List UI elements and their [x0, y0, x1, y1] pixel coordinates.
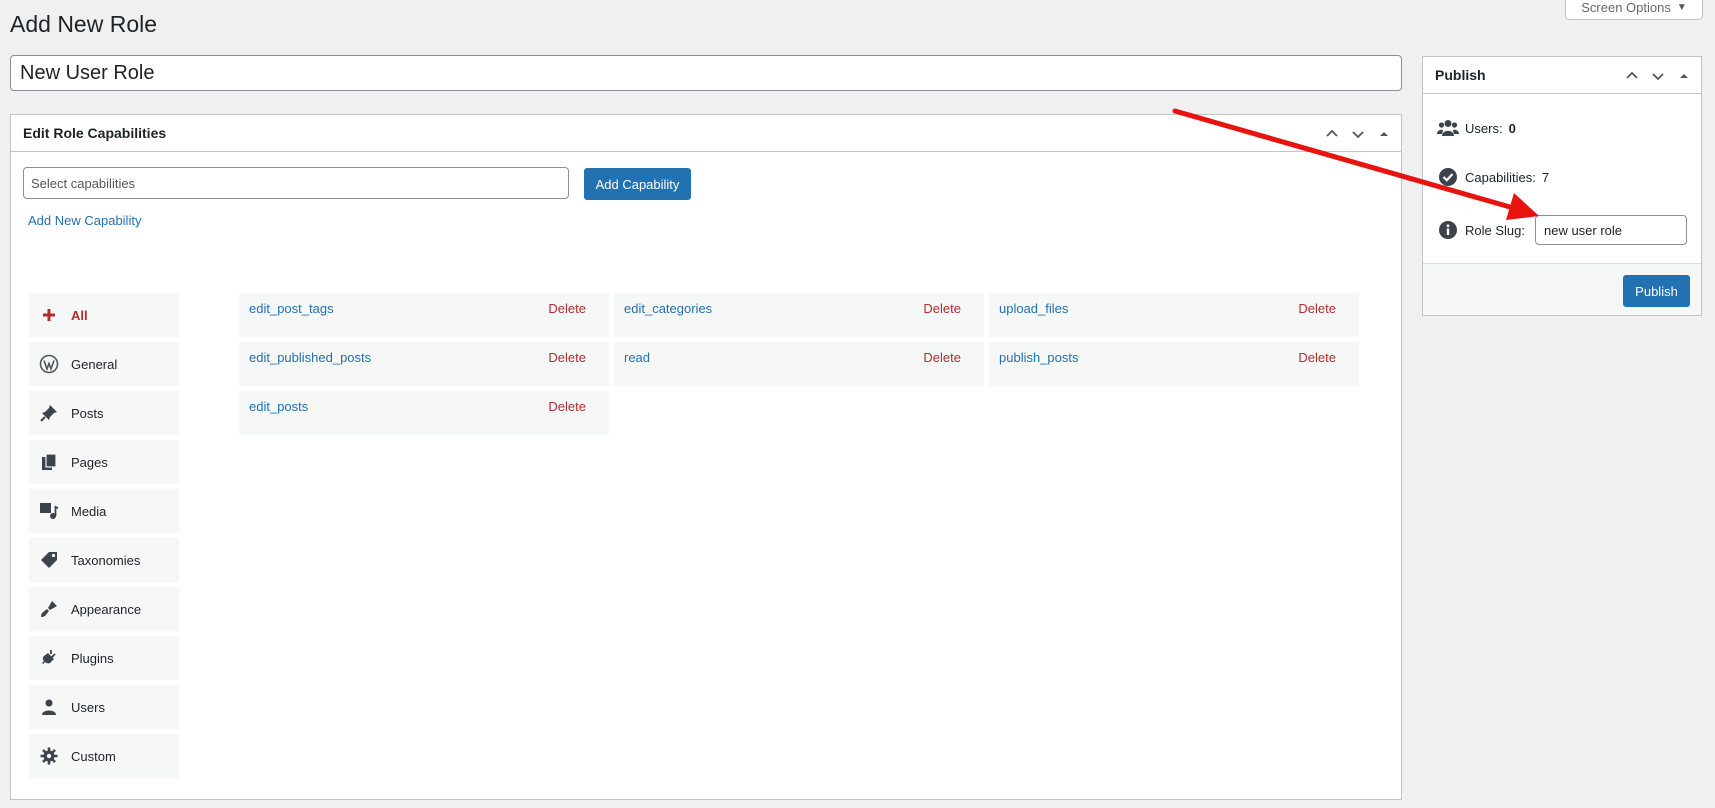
pages-icon [39, 452, 59, 472]
pushpin-icon [39, 403, 59, 423]
toggle-panel-icon[interactable] [1373, 123, 1395, 145]
move-down-icon[interactable] [1647, 65, 1669, 87]
category-tab-label: All [71, 307, 88, 323]
category-tab-pages[interactable]: Pages [29, 440, 179, 484]
category-tab-users[interactable]: Users [29, 685, 179, 729]
capability-item: edit_post_tags Delete [239, 293, 609, 337]
plus-icon [39, 305, 59, 325]
capability-category-tabs: All General Posts Pages Media Taxonomies… [29, 293, 179, 783]
capabilities-count-row: Capabilities: 7 [1437, 166, 1549, 188]
capability-name-link[interactable]: edit_published_posts [249, 350, 371, 365]
publish-actions: Publish [1423, 263, 1701, 315]
category-tab-label: Pages [71, 454, 108, 470]
publish-button[interactable]: Publish [1623, 275, 1690, 307]
capabilities-count: 7 [1541, 169, 1550, 185]
page-title: Add New Role [10, 11, 158, 37]
capability-name-link[interactable]: publish_posts [999, 350, 1079, 365]
category-tab-general[interactable]: General [29, 342, 179, 386]
checkmark-circle-icon [1437, 166, 1459, 188]
category-tab-taxonomies[interactable]: Taxonomies [29, 538, 179, 582]
add-capability-button[interactable]: Add Capability [584, 168, 691, 200]
category-tab-posts[interactable]: Posts [29, 391, 179, 435]
category-tab-label: Custom [71, 748, 116, 764]
media-icon [39, 501, 59, 521]
category-tab-label: Users [71, 699, 105, 715]
delete-capability-link[interactable]: Delete [1298, 350, 1336, 365]
capabilities-label: Capabilities: [1465, 169, 1536, 185]
category-tab-label: Plugins [71, 650, 114, 666]
delete-capability-link[interactable]: Delete [1298, 301, 1336, 316]
category-tab-appearance[interactable]: Appearance [29, 587, 179, 631]
capability-name-link[interactable]: edit_categories [624, 301, 712, 316]
capabilities-box-header: Edit Role Capabilities [11, 115, 1401, 152]
screen-options-button[interactable]: Screen Options ▼ [1565, 0, 1703, 20]
delete-capability-link[interactable]: Delete [923, 301, 961, 316]
category-tab-all[interactable]: All [29, 293, 179, 337]
add-new-capability-link[interactable]: Add New Capability [28, 213, 141, 228]
capability-name-link[interactable]: upload_files [999, 301, 1068, 316]
delete-capability-link[interactable]: Delete [548, 399, 586, 414]
edit-role-capabilities-box: Edit Role Capabilities Select capabiliti… [10, 114, 1402, 800]
role-slug-label: Role Slug: [1465, 222, 1525, 238]
users-group-icon [1437, 117, 1459, 139]
category-tab-plugins[interactable]: Plugins [29, 636, 179, 680]
tag-icon [39, 550, 59, 570]
select-capabilities-input[interactable]: Select capabilities [23, 167, 569, 199]
role-slug-row: Role Slug: new user role [1437, 215, 1687, 245]
plugin-icon [39, 648, 59, 668]
category-tab-label: Taxonomies [71, 552, 141, 568]
capability-item: publish_posts Delete [989, 342, 1359, 386]
capability-item: upload_files Delete [989, 293, 1359, 337]
user-icon [39, 697, 59, 717]
role-title-input[interactable]: New User Role [10, 55, 1402, 91]
brush-icon [39, 599, 59, 619]
category-tab-custom[interactable]: Custom [29, 734, 179, 778]
capability-item: edit_posts Delete [239, 391, 609, 435]
role-slug-input[interactable]: new user role [1534, 215, 1687, 245]
category-tab-label: Appearance [71, 601, 142, 617]
capabilities-box-title: Edit Role Capabilities [23, 125, 167, 141]
users-count-row: Users: 0 [1437, 117, 1516, 139]
publish-box-title: Publish [1435, 67, 1486, 83]
delete-capability-link[interactable]: Delete [548, 301, 586, 316]
toggle-panel-icon[interactable] [1673, 65, 1695, 87]
wordpress-icon [39, 354, 59, 374]
capability-name-link[interactable]: edit_post_tags [249, 301, 334, 316]
screen-options-label: Screen Options [1581, 0, 1671, 15]
move-up-icon[interactable] [1321, 123, 1343, 145]
capability-item: edit_published_posts Delete [239, 342, 609, 386]
category-tab-label: Media [71, 503, 107, 519]
capability-item: read Delete [614, 342, 984, 386]
publish-box: Publish Users: 0 Capabilities: 7 Role Sl… [1422, 56, 1702, 316]
users-label: Users: [1465, 120, 1503, 136]
publish-box-header: Publish [1423, 57, 1701, 94]
move-down-icon[interactable] [1347, 123, 1369, 145]
capability-name-link[interactable]: read [624, 350, 650, 365]
delete-capability-link[interactable]: Delete [923, 350, 961, 365]
category-tab-label: Posts [71, 405, 104, 421]
capability-list: edit_post_tags Delete edit_categories De… [239, 293, 1359, 435]
capability-item: edit_categories Delete [614, 293, 984, 337]
delete-capability-link[interactable]: Delete [548, 350, 586, 365]
category-tab-label: General [71, 356, 118, 372]
caret-down-icon: ▼ [1676, 2, 1687, 13]
gear-icon [39, 746, 59, 766]
info-icon [1437, 219, 1459, 241]
move-up-icon[interactable] [1621, 65, 1643, 87]
category-tab-media[interactable]: Media [29, 489, 179, 533]
users-count: 0 [1508, 120, 1516, 136]
capability-name-link[interactable]: edit_posts [249, 399, 308, 414]
